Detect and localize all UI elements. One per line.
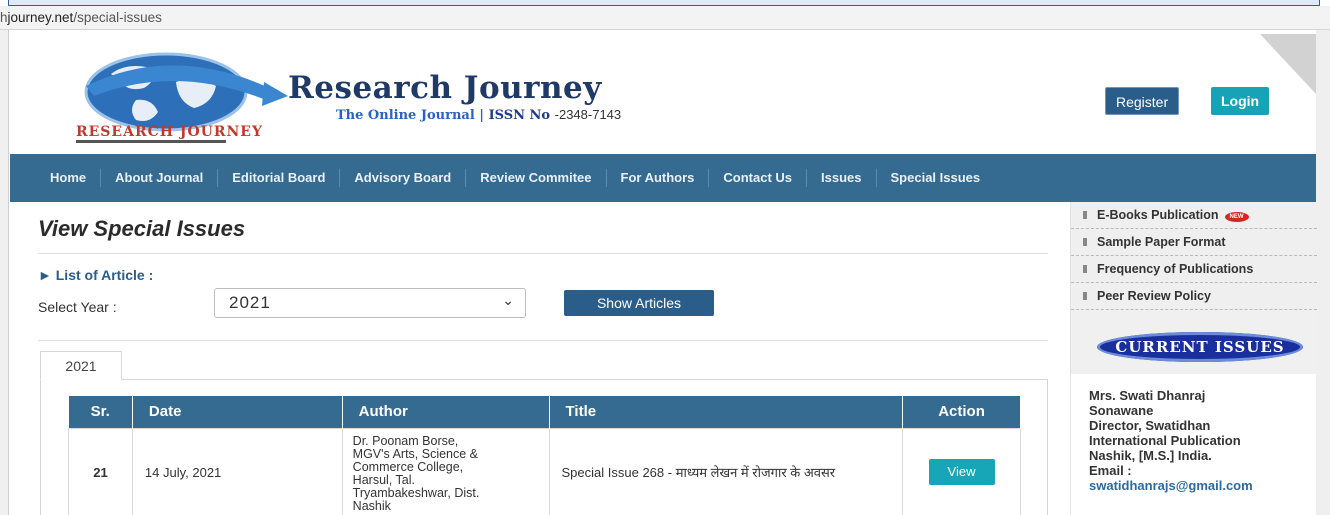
sidebar-item-ebooks-publication[interactable]: E-Books Publication NEW xyxy=(1071,202,1317,229)
contact-place: Nashik, [M.S.] India. xyxy=(1089,448,1212,463)
list-of-article-heading: ► List of Article : xyxy=(38,267,154,283)
site-subtitle: The Online Journal | ISSN No -2348-7143 xyxy=(336,107,621,123)
contact-role: Director, Swatidhan xyxy=(1089,418,1211,433)
page-curl-decoration xyxy=(1260,34,1316,94)
nav-item-review-committee[interactable]: Review Commitee xyxy=(465,169,605,187)
contact-email-link[interactable]: swatidhanrajs@gmail.com xyxy=(1089,478,1315,493)
nav-item-editorial-board[interactable]: Editorial Board xyxy=(217,169,339,187)
author-line: Nashik xyxy=(352,499,391,513)
contact-name: Mrs. Swati Dhanraj xyxy=(1089,388,1206,403)
subtitle-separator: | xyxy=(479,108,485,123)
cell-author: Dr. Poonam Borse, MGV's Arts, Science & … xyxy=(341,427,550,515)
site-header: RESEARCH JOURNEY Research Journey The On… xyxy=(10,34,1316,154)
bullet-icon xyxy=(1083,265,1087,273)
column-header-title: Title xyxy=(549,396,904,428)
main-nav: Home About Journal Editorial Board Advis… xyxy=(10,154,1316,202)
contact-name: Sonawane xyxy=(1089,403,1154,418)
view-button[interactable]: View xyxy=(928,459,995,485)
issn-label: ISSN No xyxy=(488,108,551,123)
table-row: 21 14 July, 2021 Dr. Poonam Borse, MGV's… xyxy=(68,427,1021,515)
register-button[interactable]: Register xyxy=(1105,87,1180,115)
sidebar-item-label: Sample Paper Format xyxy=(1097,235,1226,249)
select-year-label: Select Year : xyxy=(38,299,117,315)
url-text[interactable]: hjourney.net/special-issues xyxy=(0,10,162,25)
contact-org: International Publication xyxy=(1089,433,1241,448)
subtitle-text: The Online Journal xyxy=(336,108,475,123)
nav-item-special-issues[interactable]: Special Issues xyxy=(875,169,995,187)
nav-item-contact-us[interactable]: Contact Us xyxy=(708,169,806,187)
login-button[interactable]: Login xyxy=(1211,87,1270,115)
sidebar: E-Books Publication NEW Sample Paper Form… xyxy=(1070,202,1317,515)
cell-title: Special Issue 268 - माध्यम लेखन में रोजग… xyxy=(548,427,904,515)
cell-sr: 21 xyxy=(68,427,133,515)
sidebar-item-label: Frequency of Publications xyxy=(1097,262,1254,276)
bullet-icon xyxy=(1083,238,1087,246)
column-header-sr: Sr. xyxy=(68,396,133,428)
sidebar-item-frequency-of-publications[interactable]: Frequency of Publications xyxy=(1071,256,1317,283)
nav-item-home[interactable]: Home xyxy=(42,169,100,187)
column-header-action: Action xyxy=(902,396,1021,428)
site-title: Research Journey xyxy=(288,70,602,106)
page-title: View Special Issues xyxy=(38,216,246,241)
column-header-date: Date xyxy=(132,396,343,428)
issn-value: -2348-7143 xyxy=(554,107,622,122)
contact-info: Mrs. Swati Dhanraj Sonawane Director, Sw… xyxy=(1089,388,1315,493)
year-select[interactable]: 2021 ⌄ xyxy=(214,288,526,318)
divider xyxy=(38,253,1048,254)
bullet-icon xyxy=(1083,211,1087,219)
divider xyxy=(38,340,1048,341)
browser-left-edge xyxy=(0,30,9,515)
new-badge-icon: NEW xyxy=(1224,212,1249,222)
table-header-row: Sr. Date Author Title Action xyxy=(68,396,1021,428)
browser-scrollbar[interactable] xyxy=(1316,30,1330,515)
bullet-icon xyxy=(1083,292,1087,300)
sidebar-item-sample-paper-format[interactable]: Sample Paper Format xyxy=(1071,229,1317,256)
year-select-value: 2021 xyxy=(229,293,271,312)
show-articles-button[interactable]: Show Articles xyxy=(564,290,714,316)
sidebar-item-label: E-Books Publication xyxy=(1097,208,1219,222)
sidebar-item-label: Peer Review Policy xyxy=(1097,289,1211,303)
nav-item-about-journal[interactable]: About Journal xyxy=(100,169,217,187)
cell-date: 14 July, 2021 xyxy=(131,427,343,515)
chevron-down-icon: ⌄ xyxy=(502,292,515,308)
current-issues-badge[interactable]: CURRENT ISSUES xyxy=(1097,332,1303,362)
globe-logo-icon[interactable]: RESEARCH JOURNEY xyxy=(66,52,296,148)
cell-action: View xyxy=(902,427,1021,515)
main-content: View Special Issues ► List of Article : … xyxy=(10,202,1060,515)
tab-2021[interactable]: 2021 xyxy=(40,351,122,380)
contact-email-label: Email : xyxy=(1089,463,1132,478)
address-bar[interactable]: hjourney.net/special-issues xyxy=(0,6,1330,30)
nav-item-for-authors[interactable]: For Authors xyxy=(605,169,709,187)
nav-item-issues[interactable]: Issues xyxy=(806,169,875,187)
column-header-author: Author xyxy=(342,396,550,428)
articles-table: Sr. Date Author Title Action 21 14 July,… xyxy=(68,396,1021,515)
nav-item-advisory-board[interactable]: Advisory Board xyxy=(339,169,465,187)
logo-wordmark: RESEARCH JOURNEY xyxy=(76,124,263,140)
sidebar-item-peer-review-policy[interactable]: Peer Review Policy xyxy=(1071,283,1317,310)
